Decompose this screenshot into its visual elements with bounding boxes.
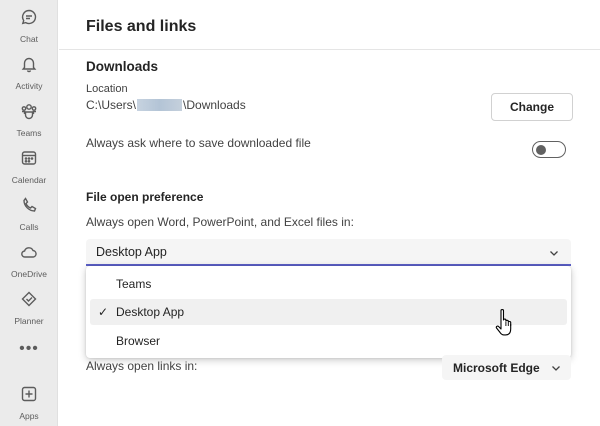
rail-item-calls[interactable]: Calls <box>0 196 58 232</box>
rail-label: Calls <box>19 222 39 232</box>
page-title: Files and links <box>86 18 197 35</box>
option-label: Browser <box>116 334 161 348</box>
option-teams[interactable]: Teams <box>90 271 567 297</box>
rail-label: Apps <box>19 411 39 421</box>
divider <box>59 49 600 50</box>
file-open-dropdown[interactable]: Desktop App <box>86 239 571 266</box>
rail-item-planner[interactable]: Planner <box>0 290 58 326</box>
chevron-down-icon <box>549 247 559 257</box>
rail-item-activity[interactable]: Activity <box>0 55 58 91</box>
rail-item-onedrive[interactable]: OneDrive <box>0 243 58 279</box>
chat-icon <box>20 8 38 31</box>
downloads-heading: Downloads <box>86 59 159 74</box>
option-label: Desktop App <box>116 305 185 319</box>
add-apps-icon <box>20 385 38 408</box>
checkmark-icon: ✓ <box>97 305 109 319</box>
open-links-label: Always open links in: <box>86 359 198 373</box>
option-label: Teams <box>116 277 152 291</box>
rail-label: Activity <box>15 81 43 91</box>
ask-save-toggle[interactable] <box>532 141 566 158</box>
rail-item-teams[interactable]: Teams <box>0 102 58 138</box>
path-suffix: \Downloads <box>183 98 246 112</box>
app-rail: Chat Activity Teams Calendar Calls OneDr… <box>0 0 58 426</box>
rail-label: Chat <box>20 34 38 44</box>
open-links-selected-value: Microsoft Edge <box>453 360 540 375</box>
phone-icon <box>20 196 38 219</box>
open-links-dropdown[interactable]: Microsoft Edge <box>442 355 571 380</box>
path-prefix: C:\Users\ <box>86 98 137 112</box>
calendar-icon <box>20 149 38 172</box>
ask-save-label: Always ask where to save downloaded file <box>86 136 311 150</box>
rail-label: Planner <box>14 316 44 326</box>
settings-panel: Files and links Downloads Location C:\Us… <box>59 0 600 426</box>
rail-label: Calendar <box>11 175 47 185</box>
toggle-knob <box>536 145 546 155</box>
bell-icon <box>20 55 38 78</box>
rail-label: Teams <box>16 128 42 138</box>
location-label: Location <box>86 83 128 95</box>
rail-label: OneDrive <box>11 269 47 279</box>
download-path: C:\Users\ \Downloads <box>86 98 246 112</box>
rail-item-calendar[interactable]: Calendar <box>0 149 58 185</box>
hand-pointer-icon <box>494 307 516 339</box>
chevron-down-icon <box>551 362 561 372</box>
cloud-icon <box>20 243 38 266</box>
teams-icon <box>20 102 38 125</box>
redacted-username <box>137 99 183 111</box>
file-open-preference-label: Always open Word, PowerPoint, and Excel … <box>86 215 354 229</box>
file-open-preference-heading: File open preference <box>86 190 204 204</box>
file-open-selected-value: Desktop App <box>96 244 167 259</box>
rail-item-chat[interactable]: Chat <box>0 8 58 44</box>
rail-item-apps[interactable]: Apps <box>0 385 58 421</box>
planner-icon <box>20 290 38 313</box>
more-apps-icon[interactable]: ••• <box>0 340 58 358</box>
change-location-button[interactable]: Change <box>491 93 573 121</box>
